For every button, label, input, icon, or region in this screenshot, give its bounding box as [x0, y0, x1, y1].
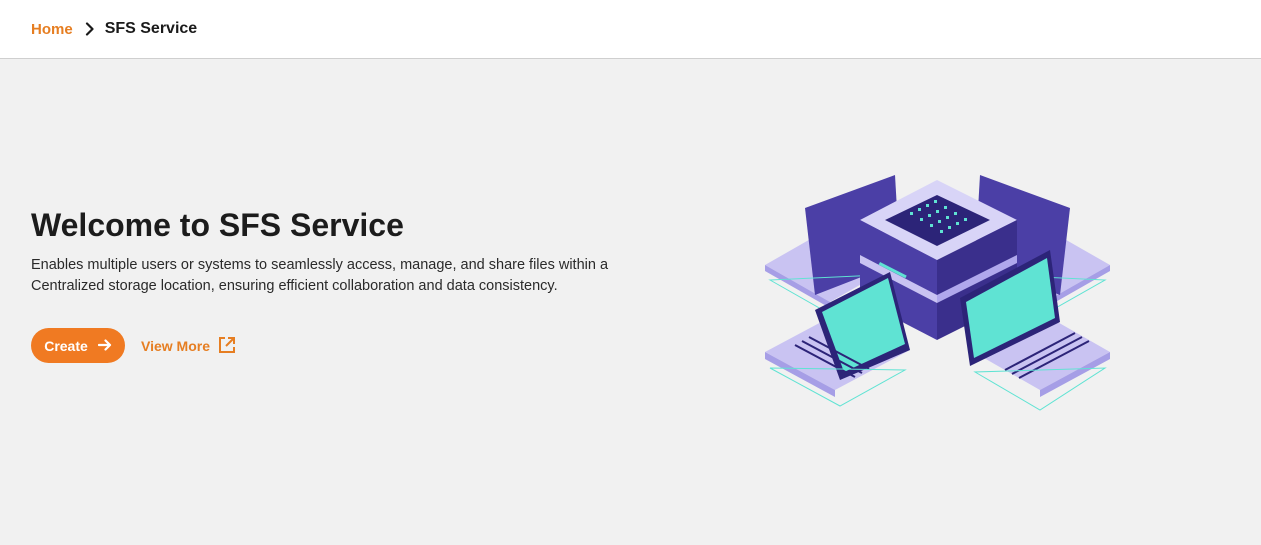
view-more-label: View More — [141, 338, 210, 354]
breadcrumb-home-link[interactable]: Home — [31, 21, 73, 38]
page-title: Welcome to SFS Service — [31, 207, 404, 243]
server-network-illustration — [760, 170, 1115, 420]
breadcrumb: Home SFS Service — [31, 20, 197, 38]
chevron-right-icon — [85, 22, 95, 36]
external-link-icon — [218, 336, 236, 357]
view-more-link[interactable]: View More — [141, 335, 236, 357]
description-line: Centralized storage location, ensuring e… — [31, 278, 558, 294]
create-button-label: Create — [44, 337, 88, 354]
create-button[interactable]: Create — [31, 328, 125, 363]
top-bar: Home SFS Service — [0, 0, 1261, 59]
breadcrumb-current: SFS Service — [104, 20, 198, 37]
description-line: Enables multiple users or systems to sea… — [31, 257, 609, 273]
page-description: Enables multiple users or systems to sea… — [31, 255, 631, 297]
arrow-right-icon — [97, 338, 112, 354]
